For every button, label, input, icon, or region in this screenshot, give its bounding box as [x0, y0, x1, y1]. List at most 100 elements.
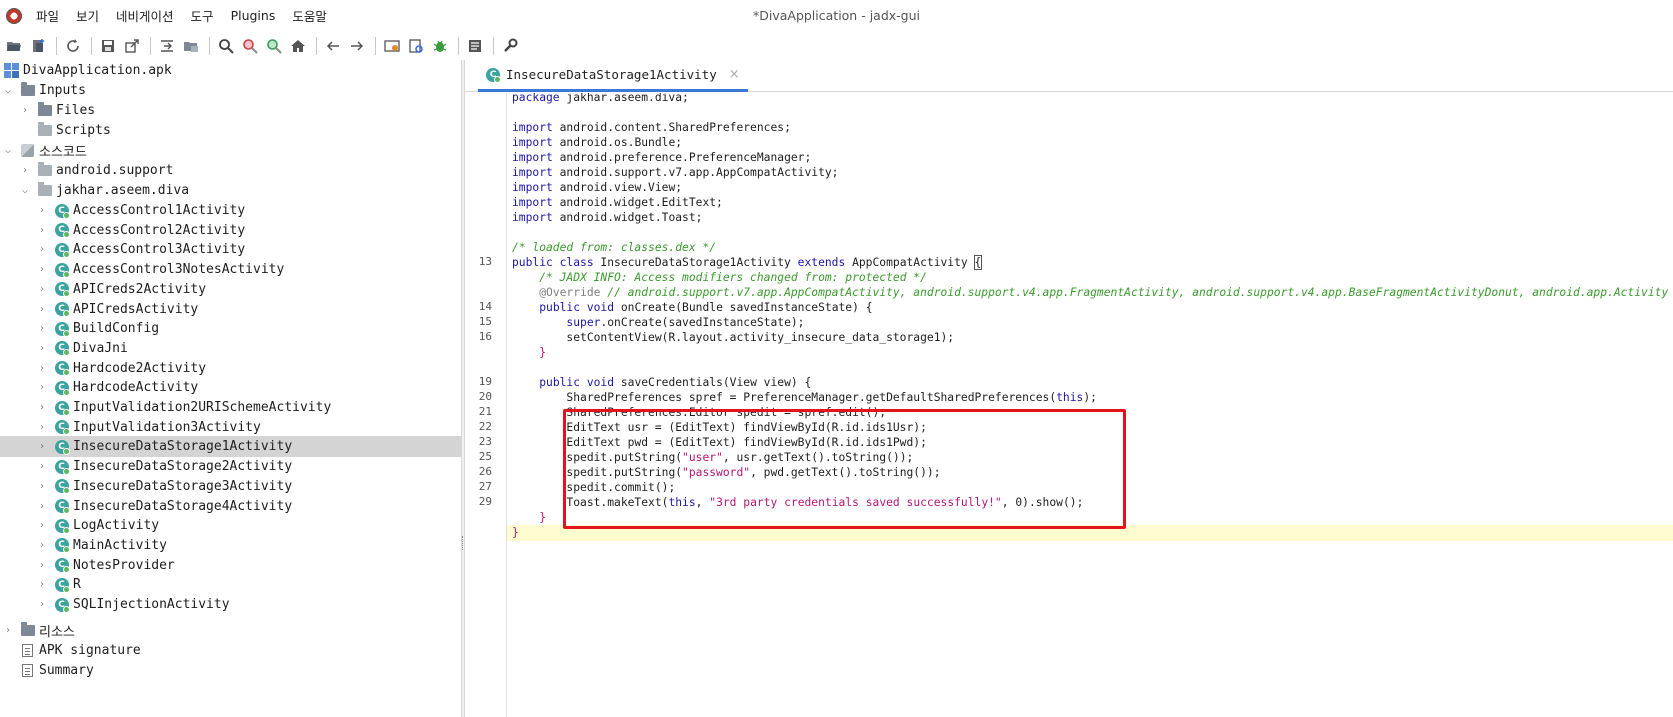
- tree-item-source-code[interactable]: ⌵ 소스코드: [0, 140, 461, 161]
- menu-plugins[interactable]: Plugins: [231, 6, 276, 25]
- chevron-right-icon[interactable]: ›: [36, 539, 48, 551]
- tree-item-package-diva[interactable]: ⌵ jakhar.aseem.diva: [0, 180, 461, 201]
- sync-tree-icon[interactable]: [157, 36, 177, 56]
- reload-icon[interactable]: [63, 36, 83, 56]
- splitter-grip[interactable]: [462, 536, 464, 550]
- tree-item-class[interactable]: › C DivaJni: [0, 338, 461, 359]
- chevron-down-icon[interactable]: ⌵: [2, 85, 14, 97]
- tree-item-class[interactable]: › C AccessControl2Activity: [0, 220, 461, 241]
- chevron-right-icon[interactable]: ›: [36, 461, 48, 473]
- code-line: /* loaded from: classes.dex */: [507, 240, 1673, 256]
- chevron-right-icon[interactable]: ›: [36, 579, 48, 591]
- tree-item-class[interactable]: › C APICreds2Activity: [0, 279, 461, 300]
- chevron-right-icon[interactable]: ›: [36, 480, 48, 492]
- tree-root-apk[interactable]: DivaApplication.apk: [0, 60, 461, 81]
- open-folder-icon[interactable]: [4, 36, 24, 56]
- chevron-right-icon[interactable]: ›: [36, 599, 48, 611]
- find-usage-icon[interactable]: [240, 36, 260, 56]
- chevron-right-icon[interactable]: ›: [36, 421, 48, 433]
- tree-item-class[interactable]: › C InsecureDataStorage2Activity: [0, 456, 461, 477]
- tree-item-class[interactable]: › C AccessControl3NotesActivity: [0, 259, 461, 280]
- tree-item-label: InputValidation2URISchemeActivity: [73, 400, 332, 415]
- tree-item-class[interactable]: › C InsecureDataStorage1Activity: [0, 436, 461, 458]
- find-class-icon[interactable]: [264, 36, 284, 56]
- tree-item-package-android-support[interactable]: › android.support: [0, 160, 461, 181]
- tree-item-files[interactable]: › Files: [0, 100, 461, 121]
- tree-item-class[interactable]: › C Hardcode2Activity: [0, 358, 461, 379]
- tree-item-class[interactable]: › C InputValidation2URISchemeActivity: [0, 397, 461, 418]
- code-keyword: extends: [797, 256, 846, 269]
- tree-item-class[interactable]: › C InsecureDataStorage4Activity: [0, 496, 461, 517]
- chevron-right-icon[interactable]: ›: [36, 244, 48, 256]
- chevron-right-icon[interactable]: ›: [2, 625, 14, 637]
- chevron-right-icon[interactable]: ›: [36, 362, 48, 374]
- chevron-right-icon[interactable]: ›: [36, 205, 48, 217]
- tree-item-resources[interactable]: › 리소스: [0, 620, 461, 641]
- code-line: EditText usr = (EditText) findViewById(R…: [507, 420, 1673, 436]
- save-icon[interactable]: [98, 36, 118, 56]
- menu-file[interactable]: 파일: [36, 4, 59, 27]
- tree-item-label: DivaApplication.apk: [23, 63, 172, 78]
- tree-item-summary[interactable]: Summary: [0, 660, 461, 681]
- tree-item-inputs[interactable]: ⌵ Inputs: [0, 80, 461, 101]
- tree-item-class[interactable]: › C SQLInjectionActivity: [0, 594, 461, 615]
- quark-icon[interactable]: [406, 36, 426, 56]
- tree-item-apk-signature[interactable]: APK signature: [0, 640, 461, 661]
- tab-insecure-data-storage1-activity[interactable]: C InsecureDataStorage1Activity ×: [478, 60, 748, 92]
- code-line: spedit.putString("user", usr.getText().t…: [507, 450, 1673, 466]
- line-number: 22: [478, 420, 492, 433]
- chevron-down-icon[interactable]: ⌵: [19, 185, 31, 197]
- menu-help[interactable]: 도움말: [292, 4, 327, 27]
- tree-item-class[interactable]: › C MainActivity: [0, 535, 461, 556]
- tree-item-label: 소스코드: [39, 145, 87, 160]
- code-editor[interactable]: package jakhar.aseem.diva; import androi…: [507, 93, 1673, 717]
- chevron-right-icon[interactable]: ›: [19, 105, 31, 117]
- code-text: AppCompatActivity: [845, 256, 975, 269]
- toolbar-separator: [375, 36, 376, 55]
- close-icon[interactable]: ×: [729, 67, 740, 82]
- menu-navigation[interactable]: 네비게이션: [116, 4, 174, 27]
- tree-item-class[interactable]: › C InputValidation3Activity: [0, 417, 461, 438]
- tree-item-class[interactable]: › C LogActivity: [0, 515, 461, 536]
- chevron-right-icon[interactable]: ›: [36, 303, 48, 315]
- chevron-right-icon[interactable]: ›: [36, 402, 48, 414]
- log-icon[interactable]: [465, 36, 485, 56]
- chevron-right-icon[interactable]: ›: [36, 342, 48, 354]
- chevron-right-icon[interactable]: ›: [36, 382, 48, 394]
- add-files-icon[interactable]: [28, 36, 48, 56]
- export-icon[interactable]: [122, 36, 142, 56]
- tree-item-scripts[interactable]: Scripts: [0, 120, 461, 141]
- tree-item-class[interactable]: › C NotesProvider: [0, 555, 461, 576]
- home-icon[interactable]: [288, 36, 308, 56]
- back-icon[interactable]: [323, 36, 343, 56]
- chevron-right-icon[interactable]: ›: [36, 441, 48, 453]
- chevron-right-icon[interactable]: ›: [36, 283, 48, 295]
- search-icon[interactable]: [216, 36, 236, 56]
- forward-icon[interactable]: [347, 36, 367, 56]
- menu-tools[interactable]: 도구: [191, 4, 214, 27]
- tree-item-class[interactable]: › C BuildConfig: [0, 318, 461, 339]
- tree-item-class[interactable]: › C HardcodeActivity: [0, 377, 461, 398]
- tree-item-class[interactable]: › C AccessControl3Activity: [0, 239, 461, 260]
- preferences-icon[interactable]: [500, 36, 520, 56]
- tree-item-label: Summary: [39, 663, 94, 678]
- tree-item-class[interactable]: › C AccessControl1Activity: [0, 200, 461, 221]
- chevron-right-icon[interactable]: ›: [36, 264, 48, 276]
- chevron-right-icon[interactable]: ›: [19, 165, 31, 177]
- chevron-right-icon[interactable]: ›: [36, 224, 48, 236]
- chevron-right-icon[interactable]: ›: [36, 559, 48, 571]
- debugger-icon[interactable]: [430, 36, 450, 56]
- chevron-right-icon[interactable]: ›: [36, 520, 48, 532]
- class-icon: C: [54, 262, 70, 278]
- tree-item-class[interactable]: › C APICredsActivity: [0, 299, 461, 320]
- tree-item-label: Hardcode2Activity: [73, 360, 207, 376]
- chevron-right-icon[interactable]: ›: [36, 500, 48, 512]
- tree-item-class[interactable]: › C R: [0, 574, 461, 595]
- chevron-down-icon[interactable]: ⌵: [2, 145, 14, 157]
- deobfuscation-icon[interactable]: [382, 36, 402, 56]
- tree-item-label: 리소스: [39, 625, 75, 640]
- chevron-right-icon[interactable]: ›: [36, 323, 48, 335]
- tree-item-class[interactable]: › C InsecureDataStorage3Activity: [0, 476, 461, 497]
- menu-view[interactable]: 보기: [76, 4, 99, 27]
- flatten-packages-icon[interactable]: [181, 36, 201, 56]
